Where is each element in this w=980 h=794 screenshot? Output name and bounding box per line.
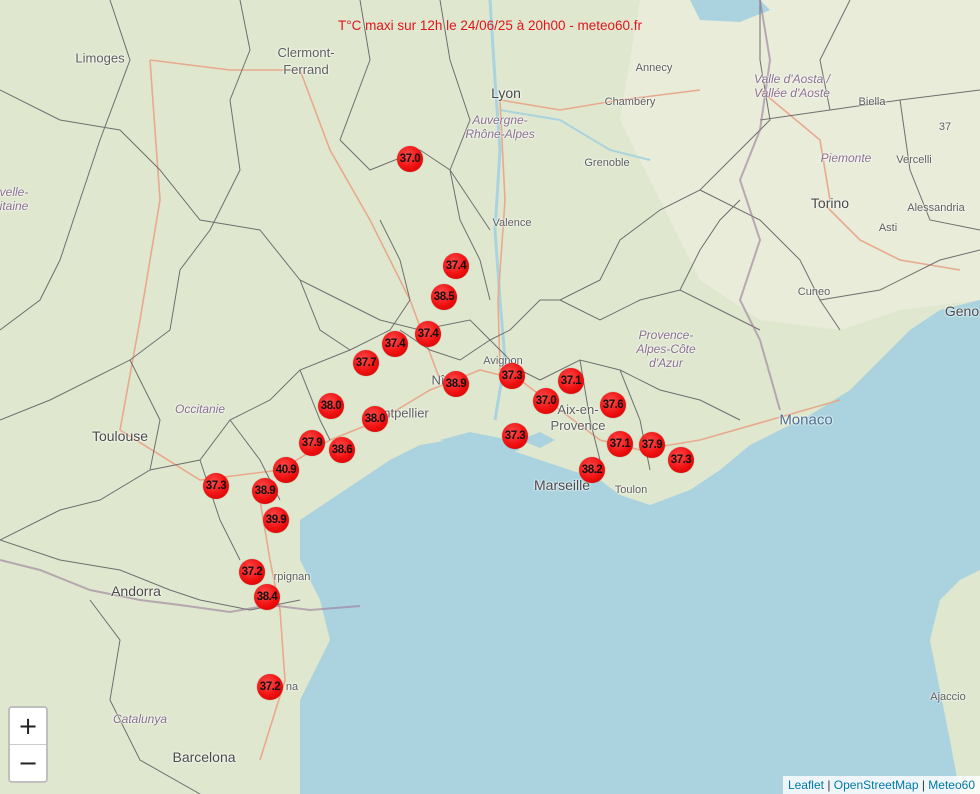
temperature-marker[interactable]: 38.9 — [443, 371, 469, 397]
label-monaco: Monaco — [779, 411, 833, 429]
label-occitanie: Occitanie — [174, 402, 226, 416]
label-clermont-ferrand: Clermont- Ferrand — [277, 45, 335, 77]
label-genova: Geno — [944, 303, 980, 319]
attribution-separator: | — [823, 778, 834, 792]
temperature-value: 37.1 — [560, 375, 582, 387]
openstreetmap-link[interactable]: OpenStreetMap — [834, 778, 919, 792]
meteo60-link[interactable]: Meteo60 — [928, 778, 975, 792]
temperature-value: 39.9 — [265, 514, 287, 526]
temperature-value: 38.4 — [256, 591, 278, 603]
temperature-marker[interactable]: 37.1 — [607, 431, 633, 457]
label-vercelli: Vercelli — [896, 154, 932, 166]
temperature-value: 37.4 — [417, 328, 439, 340]
temperature-marker[interactable]: 40.9 — [273, 457, 299, 483]
temperature-value: 38.2 — [581, 464, 603, 476]
map-title: T°C maxi sur 12h le 24/06/25 à 20h00 - m… — [337, 18, 643, 33]
label-ajaccio: Ajaccio — [930, 691, 966, 703]
temperature-value: 37.3 — [501, 370, 523, 382]
label-alessandria: Alessandria — [907, 202, 965, 214]
temperature-value: 37.9 — [641, 439, 663, 451]
temperature-value: 37.6 — [602, 399, 624, 411]
label-toulouse: Toulouse — [91, 428, 149, 444]
temperature-marker[interactable]: 38.0 — [362, 406, 388, 432]
temperature-marker[interactable]: 37.3 — [203, 473, 229, 499]
temperature-value: 40.9 — [275, 464, 297, 476]
label-chambery: Chambéry — [604, 96, 656, 108]
temperature-value: 37.3 — [205, 480, 227, 492]
label-girona: na — [285, 681, 299, 693]
temperature-value: 37.1 — [609, 438, 631, 450]
temperature-marker[interactable]: 37.4 — [415, 321, 441, 347]
leaflet-link[interactable]: Leaflet — [788, 778, 824, 792]
temperature-value: 38.9 — [254, 485, 276, 497]
label-perpignan: rpignan — [273, 571, 311, 583]
temperature-value: 38.6 — [331, 444, 353, 456]
temperature-value: 37.2 — [259, 681, 281, 693]
label-marseille: Marseille — [533, 477, 591, 493]
temperature-value: 37.2 — [241, 566, 263, 578]
label-lyon: Lyon — [491, 85, 521, 101]
label-limoges: Limoges — [75, 50, 125, 66]
label-montpellier: ntpellier — [383, 405, 429, 421]
label-annecy: Annecy — [635, 62, 673, 74]
temperature-marker[interactable]: 37.6 — [600, 392, 626, 418]
temperature-marker[interactable]: 38.6 — [329, 437, 355, 463]
temperature-marker[interactable]: 37.9 — [299, 430, 325, 456]
temperature-marker[interactable]: 37.0 — [397, 146, 423, 172]
temperature-marker[interactable]: 37.4 — [382, 331, 408, 357]
zoom-control: + − — [8, 706, 48, 783]
label-torino: Torino — [810, 195, 850, 211]
label-auvergne-rhone-alpes: Auvergne- Rhône-Alpes — [465, 113, 535, 141]
temperature-marker[interactable]: 38.5 — [431, 284, 457, 310]
label-catalunya: Catalunya — [112, 712, 168, 726]
temperature-marker[interactable]: 37.3 — [499, 363, 525, 389]
temperature-value: 38.0 — [364, 413, 386, 425]
temperature-value: 37.4 — [445, 260, 467, 272]
temperature-value: 38.5 — [433, 291, 455, 303]
label-andorra: Andorra — [111, 583, 161, 599]
temperature-marker[interactable]: 39.9 — [263, 507, 289, 533]
label-aix-en-provence: Aix-en- Provence — [550, 402, 606, 433]
temperature-marker[interactable]: 37.2 — [239, 559, 265, 585]
label-biella: Biella — [858, 96, 886, 108]
label-barcelona: Barcelona — [172, 749, 236, 765]
label-valence: Valence — [492, 217, 532, 229]
zoom-out-button[interactable]: − — [10, 744, 46, 781]
attribution: Leaflet | OpenStreetMap | Meteo60 — [782, 776, 980, 794]
label-grenoble: Grenoble — [584, 157, 630, 169]
temperature-marker[interactable]: 37.3 — [668, 447, 694, 473]
label-aoste: Valle d'Aosta / Vallée d'Aoste — [754, 72, 830, 100]
label-aquitaine: velle- itaine — [0, 185, 29, 213]
label-cuneo: Cuneo — [797, 286, 831, 298]
temperature-value: 38.9 — [445, 378, 467, 390]
temperature-value: 37.0 — [399, 153, 421, 165]
label-toulon: Toulon — [614, 484, 648, 496]
temperature-marker[interactable]: 37.7 — [353, 350, 379, 376]
label-road-number: 37 — [938, 121, 952, 133]
temperature-marker[interactable]: 38.4 — [254, 584, 280, 610]
temperature-value: 37.7 — [355, 357, 377, 369]
temperature-value: 37.0 — [535, 395, 557, 407]
attribution-separator: | — [918, 778, 929, 792]
temperature-value: 37.3 — [670, 454, 692, 466]
temperature-marker[interactable]: 37.2 — [257, 674, 283, 700]
temperature-value: 38.0 — [320, 400, 342, 412]
temperature-value: 37.3 — [504, 430, 526, 442]
temperature-marker[interactable]: 38.2 — [579, 457, 605, 483]
temperature-marker[interactable]: 38.0 — [318, 393, 344, 419]
temperature-marker[interactable]: 37.0 — [533, 388, 559, 414]
map-view[interactable]: T°C maxi sur 12h le 24/06/25 à 20h00 - m… — [0, 0, 980, 794]
label-piemonte: Piemonte — [820, 151, 872, 165]
temperature-marker[interactable]: 37.9 — [639, 432, 665, 458]
zoom-in-button[interactable]: + — [10, 708, 46, 744]
temperature-value: 37.9 — [301, 437, 323, 449]
temperature-marker[interactable]: 38.9 — [252, 478, 278, 504]
label-asti: Asti — [878, 222, 898, 234]
label-paca: Provence- Alpes-Côte d'Azur — [636, 328, 696, 370]
temperature-marker[interactable]: 37.3 — [502, 423, 528, 449]
temperature-marker[interactable]: 37.4 — [443, 253, 469, 279]
temperature-marker[interactable]: 37.1 — [558, 368, 584, 394]
temperature-value: 37.4 — [384, 338, 406, 350]
